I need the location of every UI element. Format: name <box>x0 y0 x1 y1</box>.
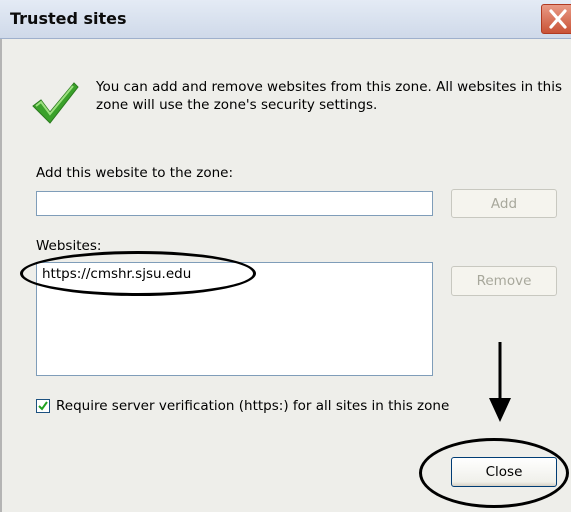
close-x-icon <box>549 9 567 29</box>
require-https-checkbox[interactable] <box>36 399 50 413</box>
title-bar: Trusted sites <box>0 0 571 39</box>
add-button[interactable]: Add <box>451 189 557 218</box>
checkbox-checked-icon <box>38 401 48 411</box>
annotation-ellipse-website <box>20 251 256 296</box>
annotation-ellipse-close <box>419 438 569 508</box>
checkmark-icon <box>32 82 79 124</box>
window-border <box>0 39 2 512</box>
remove-button[interactable]: Remove <box>451 266 557 296</box>
trusted-sites-dialog: Trusted sites You can add and remove web… <box>0 0 571 512</box>
add-website-input[interactable] <box>36 191 433 216</box>
require-https-label: Require server verification (https:) for… <box>56 398 450 414</box>
arrow-down-icon <box>489 342 511 422</box>
title-close-button[interactable] <box>541 4 571 34</box>
dialog-title: Trusted sites <box>10 9 127 28</box>
websites-label: Websites: <box>36 238 102 254</box>
add-website-label: Add this website to the zone: <box>36 165 233 181</box>
intro-text: You can add and remove websites from thi… <box>96 79 562 113</box>
